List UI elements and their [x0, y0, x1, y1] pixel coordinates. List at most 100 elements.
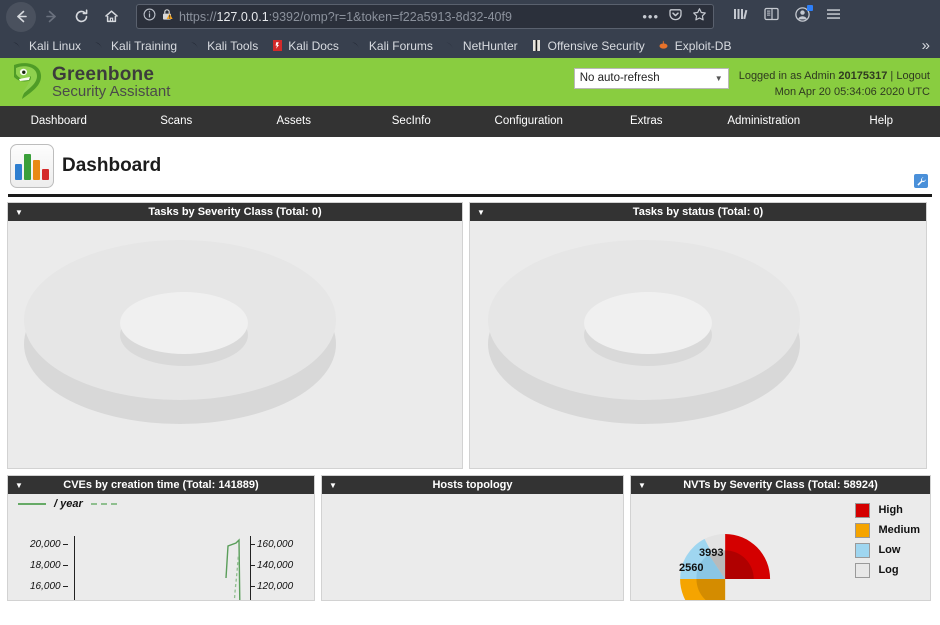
- auto-refresh-select[interactable]: No auto-refresh ▼: [573, 67, 729, 89]
- sidebar-icon[interactable]: [763, 6, 780, 27]
- kali-dragon-icon: [11, 39, 25, 53]
- panel-title: Hosts topology: [432, 479, 513, 491]
- legend-item-medium: Medium: [855, 520, 920, 540]
- bookmark-kali-docs[interactable]: Kali Docs: [265, 37, 344, 55]
- reload-icon[interactable]: [66, 2, 96, 32]
- offsec-icon: [530, 39, 544, 53]
- bookmark-offensive-security[interactable]: Offensive Security: [525, 37, 650, 55]
- chevron-down-icon: ▼: [714, 73, 723, 83]
- bookmark-label: Offensive Security: [547, 38, 645, 53]
- pie-data-label-medium: 2560: [679, 562, 704, 574]
- legend-swatch-low: [855, 542, 871, 558]
- tick-label: 120,000: [257, 581, 294, 592]
- auto-refresh-value: No auto-refresh: [579, 72, 660, 85]
- bookmark-kali-training[interactable]: Kali Training: [88, 37, 182, 55]
- legend-label: Low: [878, 544, 901, 556]
- logged-in-prefix: Logged in as: [738, 69, 802, 82]
- empty-donut-chart-status: [488, 234, 800, 444]
- browser-toolbar: https://127.0.0.1:9392/omp?r=1&token=f22…: [0, 0, 940, 33]
- tick-label: 140,000: [257, 560, 294, 571]
- library-icon[interactable]: [732, 6, 749, 27]
- panel-hosts-topology: ▼ Hosts topology: [321, 475, 624, 601]
- kali-docs-icon: [270, 39, 284, 53]
- chevron-down-icon[interactable]: ▼: [15, 208, 23, 217]
- wrench-icon[interactable]: [914, 174, 928, 188]
- legend-swatch-log: [855, 562, 871, 578]
- panel-header[interactable]: ▼ Hosts topology: [322, 476, 623, 494]
- page-title: Dashboard: [62, 154, 162, 176]
- pocket-icon[interactable]: [668, 7, 683, 27]
- panel-nvts-by-severity: ▼ NVTs by Severity Class (Total: 58924) …: [630, 475, 931, 601]
- chevron-down-icon[interactable]: ▼: [329, 481, 337, 490]
- nethunter-icon: [445, 39, 459, 53]
- warning-lock-icon[interactable]: [161, 8, 173, 26]
- panel-body: 3993 2560 High Medium Low Log: [631, 494, 930, 600]
- panel-header[interactable]: ▼ Tasks by Severity Class (Total: 0): [8, 203, 462, 221]
- page-title-row: Dashboard: [0, 137, 940, 194]
- exploitdb-icon: [657, 39, 671, 53]
- nav-item-dashboard[interactable]: Dashboard: [0, 106, 118, 137]
- logged-in-user: 20175317: [838, 69, 888, 82]
- main-nav: Dashboard Scans Assets SecInfo Configura…: [0, 106, 940, 137]
- separator: |: [890, 69, 894, 82]
- legend-label: Log: [878, 564, 899, 576]
- legend-line-dashed: [90, 503, 117, 505]
- home-icon[interactable]: [96, 2, 126, 32]
- bookmark-nethunter[interactable]: NetHunter: [440, 37, 523, 55]
- nav-item-secinfo[interactable]: SecInfo: [353, 106, 471, 137]
- nav-item-configuration[interactable]: Configuration: [470, 106, 588, 137]
- panel-body: / year 20,000 18,000 16,000 14,000 160,0…: [8, 494, 314, 600]
- gsa-header: Greenbone Security Assistant No auto-ref…: [0, 58, 940, 106]
- page-info-icon[interactable]: [143, 8, 156, 26]
- panel-body: [470, 221, 926, 468]
- bookmark-kali-linux[interactable]: Kali Linux: [6, 37, 86, 55]
- panel-cves-by-creation-time: ▼ CVEs by creation time (Total: 141889) …: [7, 475, 315, 601]
- kali-dragon-icon: [189, 39, 203, 53]
- nav-item-extras[interactable]: Extras: [588, 106, 706, 137]
- panel-header[interactable]: ▼ NVTs by Severity Class (Total: 58924): [631, 476, 930, 494]
- nav-item-help[interactable]: Help: [823, 106, 940, 137]
- cve-y-axis-left: 20,000 18,000 16,000 14,000: [30, 534, 70, 600]
- logout-link[interactable]: Logout: [896, 70, 930, 82]
- chevron-down-icon[interactable]: ▼: [15, 481, 23, 490]
- nav-item-administration[interactable]: Administration: [705, 106, 823, 137]
- forward-arrow-icon: [36, 2, 66, 32]
- tick-label: 20,000: [30, 539, 61, 550]
- legend-item-low: Low: [855, 540, 920, 560]
- chevron-down-icon[interactable]: ▼: [638, 481, 646, 490]
- bookmark-exploit-db[interactable]: Exploit-DB: [652, 37, 737, 55]
- account-icon[interactable]: [794, 4, 813, 28]
- legend-swatch-high: [855, 502, 871, 518]
- cve-axis-line-left: [74, 536, 75, 600]
- panel-header[interactable]: ▼ CVEs by creation time (Total: 141889): [8, 476, 314, 494]
- legend-line-solid: [18, 503, 46, 505]
- panel-title: CVEs by creation time (Total: 141889): [63, 479, 259, 491]
- cve-chart-legend: / year: [18, 498, 117, 510]
- nav-item-scans[interactable]: Scans: [118, 106, 236, 137]
- bookmark-kali-tools[interactable]: Kali Tools: [184, 37, 263, 55]
- nav-item-assets[interactable]: Assets: [235, 106, 353, 137]
- dashboard-grid: ▼ Tasks by Severity Class (Total: 0) ▼ T…: [0, 197, 940, 601]
- browser-chrome: https://127.0.0.1:9392/omp?r=1&token=f22…: [0, 0, 940, 58]
- url-text: https://127.0.0.1:9392/omp?r=1&token=f22…: [179, 9, 512, 24]
- tick-label: 16,000: [30, 581, 61, 592]
- bookmark-star-icon[interactable]: [692, 7, 707, 27]
- legend-label: Medium: [878, 524, 920, 536]
- brand-line-2: Security Assistant: [52, 83, 171, 101]
- legend-label-per-year: / year: [54, 498, 83, 510]
- bookmark-kali-forums[interactable]: Kali Forums: [346, 37, 438, 55]
- legend-item-log: Log: [855, 560, 920, 580]
- brand-line-1: Greenbone: [52, 63, 155, 85]
- back-arrow-icon[interactable]: [6, 1, 36, 32]
- chevron-down-icon[interactable]: ▼: [477, 208, 485, 217]
- url-bar[interactable]: https://127.0.0.1:9392/omp?r=1&token=f22…: [136, 4, 714, 29]
- legend-label: High: [878, 504, 903, 516]
- panel-header[interactable]: ▼ Tasks by status (Total: 0): [470, 203, 926, 221]
- tick-label: 160,000: [257, 539, 294, 550]
- page-actions-menu-icon[interactable]: •••: [642, 9, 659, 24]
- cve-line-series: [225, 538, 241, 600]
- bookmarks-overflow-icon[interactable]: »: [922, 37, 934, 54]
- panel-body: [8, 221, 462, 468]
- panel-body: [322, 494, 623, 600]
- hamburger-menu-icon[interactable]: [825, 6, 842, 27]
